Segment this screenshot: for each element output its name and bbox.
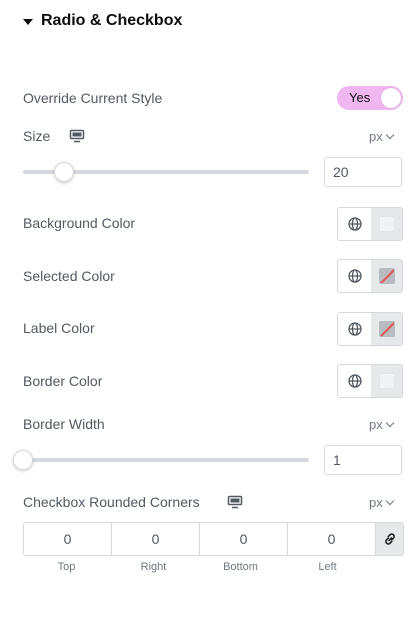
global-colors-button[interactable] bbox=[338, 365, 371, 397]
size-input[interactable]: 20 bbox=[324, 157, 402, 187]
background-color-control[interactable] bbox=[337, 207, 403, 241]
corner-left-label: Left bbox=[318, 561, 337, 573]
desktop-icon[interactable] bbox=[69, 129, 85, 143]
globe-icon bbox=[347, 217, 362, 231]
border-width-label: Border Width bbox=[23, 416, 105, 432]
corner-right-label: Right bbox=[140, 561, 167, 573]
override-toggle[interactable]: Yes bbox=[337, 86, 403, 110]
override-toggle-text: Yes bbox=[349, 90, 371, 105]
border-width-slider-track[interactable] bbox=[23, 458, 309, 462]
global-colors-button[interactable] bbox=[338, 208, 371, 240]
color-swatch bbox=[378, 216, 395, 232]
color-swatch bbox=[378, 373, 395, 389]
background-color-label: Background Color bbox=[23, 215, 136, 231]
color-swatch-button[interactable] bbox=[371, 365, 402, 397]
dimension-labels: Top Right Bottom Left bbox=[23, 561, 371, 573]
link-values-button[interactable] bbox=[376, 523, 403, 555]
label-color-label: Label Color bbox=[23, 320, 95, 336]
section-title: Radio & Checkbox bbox=[41, 12, 183, 29]
size-slider-thumb[interactable] bbox=[54, 162, 74, 182]
chevron-down-icon bbox=[385, 418, 394, 428]
color-swatch-button[interactable] bbox=[371, 313, 402, 345]
size-label: Size bbox=[23, 128, 51, 144]
corner-left-input[interactable]: 0 bbox=[288, 523, 376, 555]
border-width-unit-select[interactable]: px bbox=[369, 417, 394, 432]
selected-color-label: Selected Color bbox=[23, 268, 115, 284]
border-width-slider-thumb[interactable] bbox=[13, 450, 33, 470]
corners-unit: px bbox=[369, 495, 383, 510]
corner-bottom-input[interactable]: 0 bbox=[200, 523, 288, 555]
section-header[interactable]: Radio & Checkbox bbox=[23, 12, 182, 30]
border-color-control[interactable] bbox=[337, 364, 403, 398]
size-unit-select[interactable]: px bbox=[369, 129, 394, 144]
link-icon bbox=[384, 533, 395, 545]
globe-icon bbox=[347, 269, 362, 283]
chevron-down-icon bbox=[385, 130, 394, 140]
caret-down-icon bbox=[23, 18, 33, 25]
override-label: Override Current Style bbox=[23, 90, 163, 106]
empty-color-swatch bbox=[378, 268, 395, 284]
dimensions-control: 0 0 0 0 bbox=[23, 522, 404, 556]
corner-top-input[interactable]: 0 bbox=[24, 523, 112, 555]
border-width-unit: px bbox=[369, 417, 383, 432]
globe-icon bbox=[347, 374, 362, 388]
corners-unit-select[interactable]: px bbox=[369, 495, 394, 510]
label-color-control[interactable] bbox=[337, 312, 403, 346]
global-colors-button[interactable] bbox=[338, 260, 371, 292]
rounded-corners-label: Checkbox Rounded Corners bbox=[23, 494, 200, 510]
color-swatch-button[interactable] bbox=[371, 208, 402, 240]
chevron-down-icon bbox=[385, 496, 394, 506]
color-swatch-button[interactable] bbox=[371, 260, 402, 292]
desktop-icon[interactable] bbox=[227, 495, 243, 509]
corner-top-label: Top bbox=[57, 561, 76, 573]
border-color-label: Border Color bbox=[23, 373, 103, 389]
border-width-input[interactable]: 1 bbox=[324, 445, 402, 475]
selected-color-control[interactable] bbox=[337, 259, 403, 293]
corner-bottom-label: Bottom bbox=[223, 561, 258, 573]
global-colors-button[interactable] bbox=[338, 313, 371, 345]
toggle-knob bbox=[381, 88, 401, 108]
size-unit: px bbox=[369, 129, 383, 144]
empty-color-swatch bbox=[378, 321, 395, 337]
corner-right-input[interactable]: 0 bbox=[112, 523, 200, 555]
globe-icon bbox=[347, 322, 362, 336]
